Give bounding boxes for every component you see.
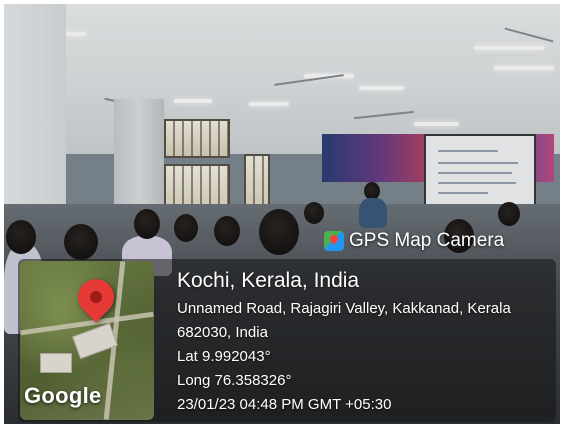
address-line-1: Unnamed Road, Rajagiri Valley, Kakkanad,… <box>177 300 511 317</box>
longitude: Long 76.358326° <box>177 372 292 389</box>
photo: GPS Map Camera Google Kochi, Kerala, Ind… <box>4 4 560 424</box>
app-brand: GPS Map Camera <box>324 226 504 256</box>
latitude: Lat 9.992043° <box>177 348 271 365</box>
map-thumbnail[interactable]: Google <box>20 261 154 420</box>
timestamp: 23/01/23 04:48 PM GMT +05:30 <box>177 396 392 413</box>
app-name: GPS Map Camera <box>349 230 505 251</box>
google-logo: Google <box>24 383 102 408</box>
gps-map-camera-icon <box>324 231 344 251</box>
location-title: Kochi, Kerala, India <box>177 269 360 292</box>
address-line-2: 682030, India <box>177 324 268 341</box>
map-pin-center <box>90 291 102 303</box>
